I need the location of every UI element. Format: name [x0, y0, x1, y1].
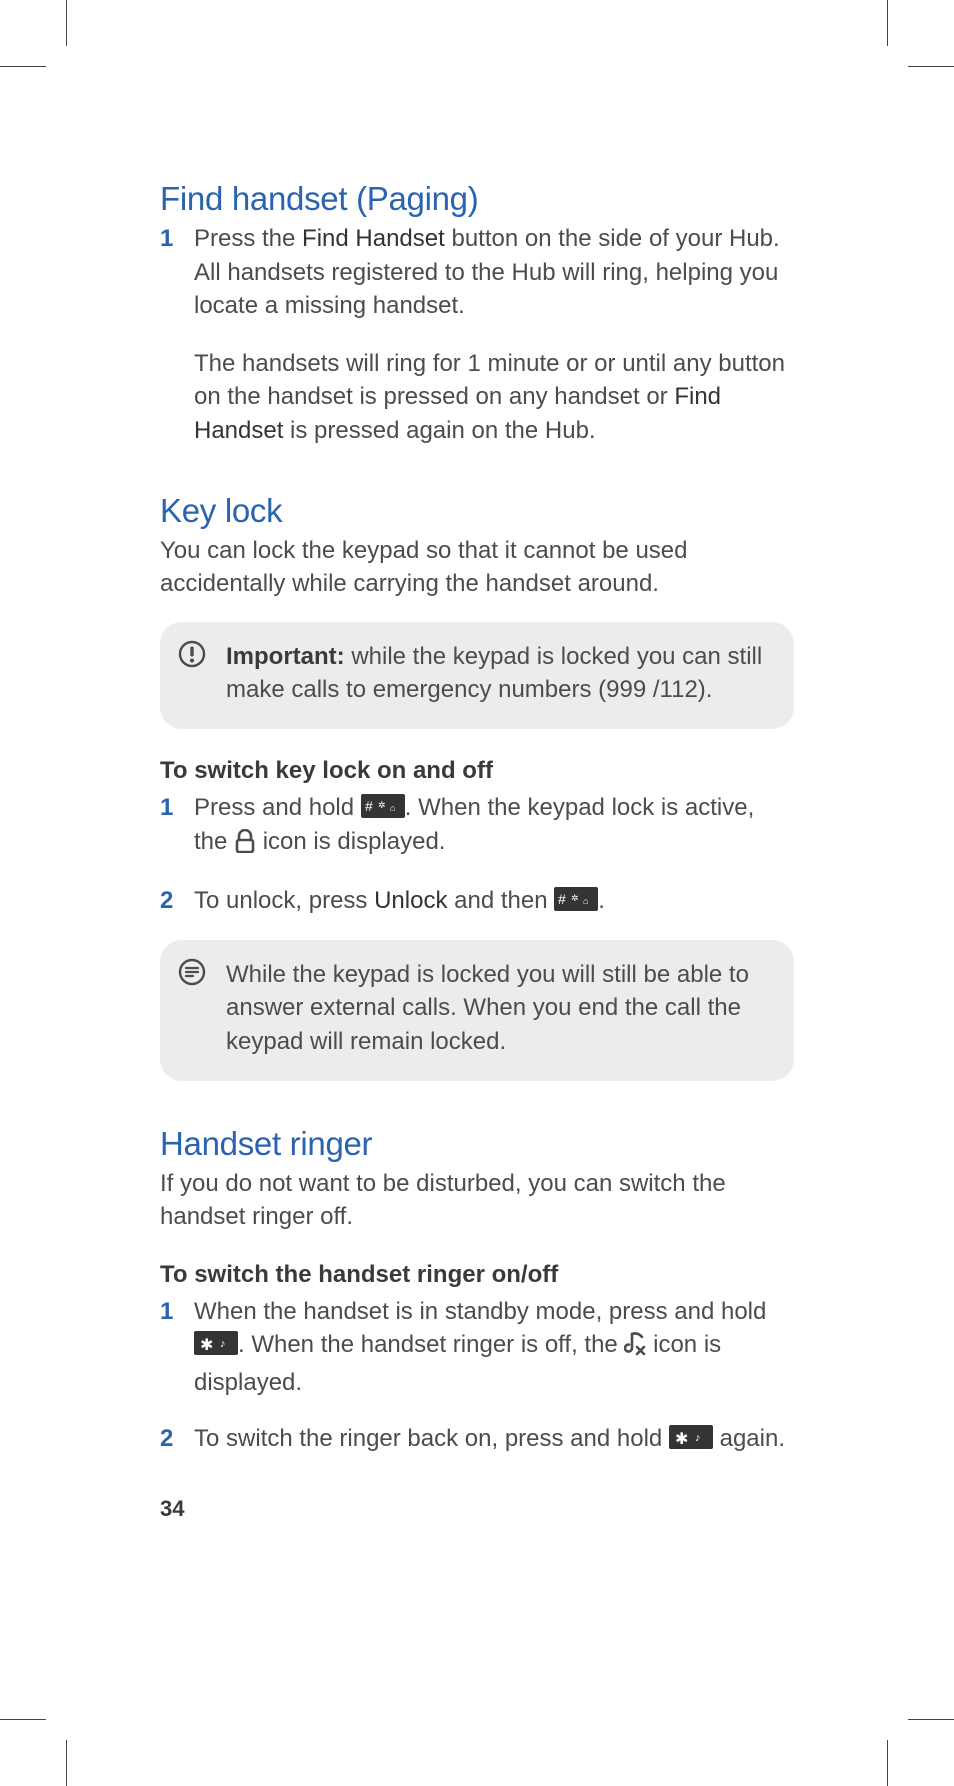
find-handset-steps: 1 Press the Find Handset button on the s…	[160, 222, 794, 448]
cropmark	[908, 1719, 954, 1720]
star-key-icon: ✱♪	[194, 1331, 238, 1355]
step-number: 1	[160, 222, 173, 256]
cropmark	[66, 1740, 67, 1786]
important-callout: Important: while the keypad is locked yo…	[160, 622, 794, 729]
list-item: 1 When the handset is in standby mode, p…	[160, 1295, 794, 1400]
step-number: 2	[160, 884, 173, 918]
svg-text:⌂: ⌂	[390, 803, 395, 813]
svg-text:⌂: ⌂	[583, 896, 588, 906]
svg-text:#: #	[365, 798, 373, 814]
list-item: 2 To unlock, press Unlock and then #✲⌂.	[160, 884, 794, 918]
important-label: Important:	[226, 643, 345, 670]
hash-key-icon: # ✲ ⌂	[554, 887, 598, 911]
heading-handset-ringer: Handset ringer	[160, 1125, 794, 1163]
list-item: 1 Press and hold #✲⌂. When the keypad lo…	[160, 791, 794, 862]
note-text: While the keypad is locked you will stil…	[226, 961, 749, 1055]
sub-heading: To switch the handset ringer on/off	[160, 1261, 794, 1289]
page-content: Find handset (Paging) 1 Press the Find H…	[160, 180, 794, 1477]
step-text: The handsets will ring for 1 minute or o…	[194, 347, 794, 448]
page-number: 34	[160, 1496, 184, 1522]
svg-text:✲: ✲	[571, 893, 579, 903]
star-key-icon: ✱♪	[669, 1425, 713, 1449]
svg-text:✱: ✱	[200, 1337, 213, 1353]
heading-key-lock: Key lock	[160, 492, 794, 530]
list-item: 2 To switch the ringer back on, press an…	[160, 1422, 794, 1456]
lock-icon	[234, 829, 256, 863]
note-callout: While the keypad is locked you will stil…	[160, 940, 794, 1081]
button-name: Find Handset	[302, 225, 445, 252]
ringer-steps: 1 When the handset is in standby mode, p…	[160, 1295, 794, 1455]
svg-text:#: #	[558, 891, 566, 907]
svg-text:♪: ♪	[220, 1338, 226, 1350]
cropmark	[66, 0, 67, 46]
note-icon	[178, 958, 206, 986]
cropmark	[908, 66, 954, 67]
ringer-intro: If you do not want to be disturbed, you …	[160, 1167, 794, 1233]
button-name: Unlock	[374, 887, 447, 914]
step-text: Press the Find Handset button on the sid…	[194, 222, 794, 323]
cropmark	[0, 1719, 46, 1720]
important-icon	[178, 640, 206, 668]
heading-find-handset: Find handset (Paging)	[160, 180, 794, 218]
key-lock-steps: 1 Press and hold #✲⌂. When the keypad lo…	[160, 791, 794, 918]
step-number: 2	[160, 1422, 173, 1456]
svg-text:✲: ✲	[378, 800, 386, 810]
step-number: 1	[160, 791, 173, 825]
sub-heading: To switch key lock on and off	[160, 757, 794, 785]
step-number: 1	[160, 1295, 173, 1329]
ringer-off-icon	[624, 1330, 646, 1366]
cropmark	[887, 1740, 888, 1786]
list-item: 1 Press the Find Handset button on the s…	[160, 222, 794, 448]
cropmark	[887, 0, 888, 46]
key-lock-intro: You can lock the keypad so that it canno…	[160, 534, 794, 600]
hash-key-icon: # ✲ ⌂	[361, 794, 405, 818]
svg-text:♪: ♪	[695, 1432, 701, 1444]
cropmark	[0, 66, 46, 67]
svg-text:✱: ✱	[675, 1431, 688, 1447]
